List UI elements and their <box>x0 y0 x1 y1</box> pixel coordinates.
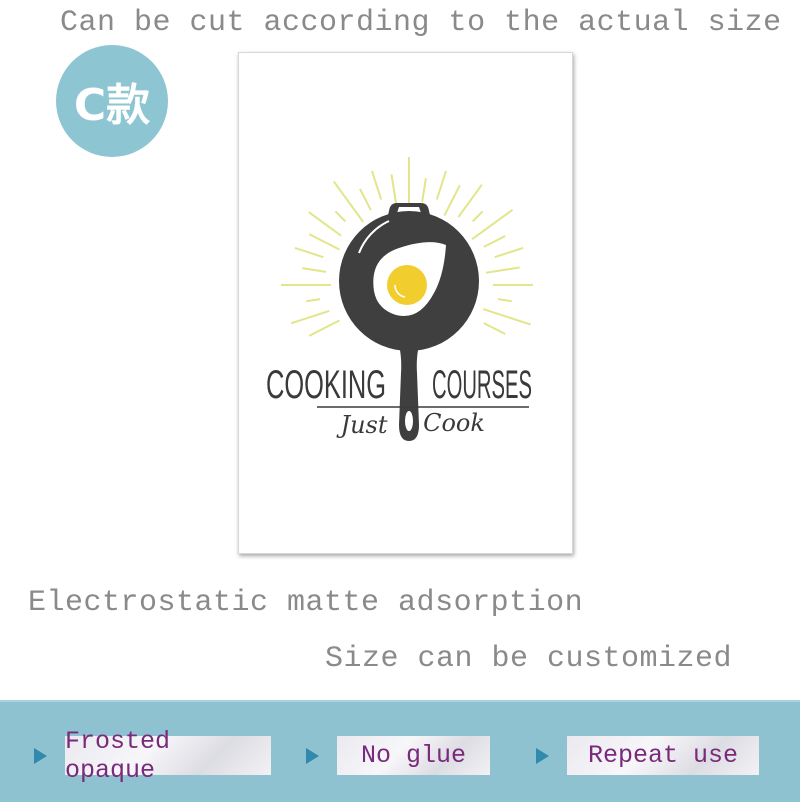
ray <box>306 298 321 303</box>
ray <box>457 184 483 218</box>
ray <box>421 178 427 203</box>
title-left: COOKING <box>266 363 386 407</box>
cooking-courses-logo: COOKING COURSES Just Cook <box>266 157 533 441</box>
triangle-right-icon <box>34 747 47 764</box>
ray <box>302 267 327 273</box>
ray <box>471 210 484 223</box>
poster-preview: COOKING COURSES Just Cook <box>238 52 573 554</box>
caption-size: Size can be customized <box>325 642 733 676</box>
feature-label: Repeat use <box>567 736 759 775</box>
ray <box>370 170 383 200</box>
yolk <box>387 265 427 305</box>
ray <box>485 266 520 274</box>
ray <box>494 246 524 259</box>
ray <box>390 174 398 209</box>
ray <box>332 180 364 223</box>
ray <box>359 188 372 211</box>
ray <box>308 233 340 251</box>
triangle-right-icon <box>536 747 549 764</box>
ray <box>308 211 342 237</box>
tagline-right: Cook <box>423 409 485 437</box>
feature-item: Frosted opaque <box>34 727 271 785</box>
feature-label: Frosted opaque <box>65 727 271 785</box>
ray <box>483 235 506 248</box>
ray <box>471 208 514 240</box>
ray <box>290 310 330 325</box>
triangle-right-icon <box>306 747 319 764</box>
tagline-left: Just <box>335 411 387 439</box>
ray <box>308 319 340 337</box>
top-caption: Can be cut according to the actual size <box>60 6 782 40</box>
title-right: COURSES <box>432 363 532 407</box>
ray <box>435 170 448 200</box>
feature-label: No glue <box>337 736 490 775</box>
feature-item: Repeat use <box>536 736 759 775</box>
ray <box>497 298 512 303</box>
ray <box>294 246 324 259</box>
features-band: Frosted opaque No glue Repeat use <box>0 700 800 802</box>
caption-adsorption: Electrostatic matte adsorption <box>28 586 584 620</box>
ray <box>334 210 347 223</box>
ray <box>443 184 461 216</box>
feature-item: No glue <box>306 736 490 775</box>
variant-badge: C款 <box>56 45 168 157</box>
ray <box>483 322 506 335</box>
ray <box>482 308 532 326</box>
